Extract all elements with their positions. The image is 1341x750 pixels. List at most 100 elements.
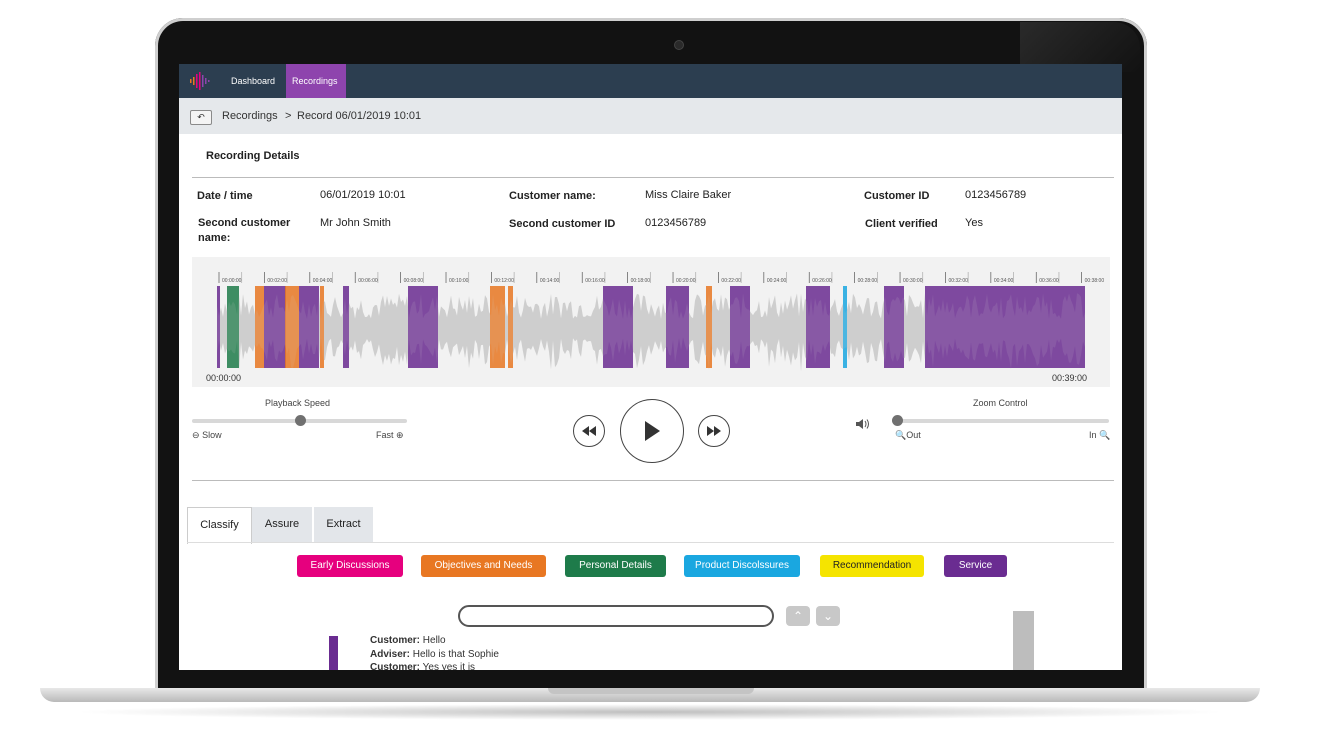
waveform-tick-label: 00:18:00	[631, 278, 651, 284]
divider	[192, 177, 1114, 178]
waveform-tick-label: 00:20:00	[676, 278, 696, 284]
chevron-down-icon: ⌄	[822, 609, 834, 623]
client-verified-label: Client verified	[865, 218, 938, 230]
zoom-out-text: Out	[906, 430, 921, 440]
transcript-text: Yes yes it is	[422, 662, 476, 670]
category-early-discussions[interactable]: Early Discussions	[297, 555, 403, 577]
breadcrumb: ↶ Recordings > Record 06/01/2019 10:01	[179, 98, 1122, 134]
back-button[interactable]: ↶	[190, 110, 212, 125]
tab-classify[interactable]: Classify	[187, 507, 252, 544]
waveform-tick-label: 00:34:00	[994, 278, 1014, 284]
zoom-control-label: Zoom Control	[973, 398, 1028, 408]
play-icon	[645, 421, 660, 441]
transcript-search-input[interactable]	[458, 605, 774, 627]
waveform-tick-label: 00:08:00	[404, 278, 424, 284]
waveform-tick-label: 00:38:00	[1085, 278, 1105, 284]
play-button[interactable]	[620, 399, 684, 463]
second-customer-id-value: 0123456789	[645, 217, 707, 229]
breadcrumb-separator: >	[285, 110, 292, 122]
transcript-text: Hello	[422, 635, 446, 646]
waveform-panel[interactable]: 00:00:00 00:02:00 00:04:00 00:06:00 00:08:00…	[192, 257, 1110, 387]
waveform-tick-label: 00:16:00	[585, 278, 605, 284]
nav-dashboard[interactable]: Dashboard	[225, 64, 281, 98]
playback-speed-label: Playback Speed	[265, 398, 331, 408]
nav-recordings[interactable]: Recordings	[286, 64, 346, 98]
fast-forward-icon	[707, 426, 721, 436]
waveform-tick-label: 00:24:00	[767, 278, 787, 284]
section-title: Recording Details	[206, 150, 300, 162]
category-service[interactable]: Service	[944, 555, 1007, 577]
logo-icon	[190, 72, 210, 90]
waveform-start-time: 00:00:00	[206, 373, 242, 383]
waveform-tick-label: 00:04:00	[313, 278, 333, 284]
plus-icon: ⊕	[396, 430, 404, 440]
zoom-out-label: 🔍Out	[895, 430, 921, 441]
waveform-tick-label: 00:30:00	[903, 278, 923, 284]
transcript-segment-marker	[329, 636, 338, 670]
fast-forward-button[interactable]	[698, 415, 730, 447]
second-customer-name-label: Second customer name:	[198, 217, 291, 244]
client-verified-value: Yes	[965, 217, 983, 229]
fast-text: Fast	[376, 430, 394, 440]
slow-label: ⊖ Slow	[192, 430, 222, 441]
chevron-up-icon: ⌃	[792, 609, 804, 623]
transcript-scrollbar[interactable]	[1013, 611, 1034, 670]
divider	[192, 480, 1114, 481]
transcript-line: Customer: Yes yes it is	[370, 662, 475, 670]
top-nav: Dashboard Recordings	[179, 64, 1122, 98]
zoom-in-icon: 🔍	[1099, 430, 1111, 440]
waveform-tick-label: 00:02:00	[267, 278, 287, 284]
transcript-line: Adviser: Hello is that Sophie	[370, 649, 499, 660]
waveform-tick-label: 00:26:00	[812, 278, 832, 284]
category-product-disclosures[interactable]: Product Discolssures	[684, 555, 800, 577]
transcript-line: Customer: Hello	[370, 635, 446, 646]
previous-match-button[interactable]: ⌃	[786, 606, 810, 626]
customer-id-label: Customer ID	[864, 190, 930, 202]
waveform-tick-label: 00:14:00	[540, 278, 560, 284]
waveform-tick-label: 00:06:00	[358, 278, 378, 284]
transcript-speaker: Customer:	[370, 635, 421, 646]
waveform-tick-label: 00:10:00	[449, 278, 469, 284]
transcript-text: Hello is that Sophie	[412, 649, 499, 660]
transcript-speaker: Customer:	[370, 662, 421, 670]
rewind-button[interactable]	[573, 415, 605, 447]
zoom-out-icon: 🔍	[895, 430, 907, 440]
customer-name-value: Miss Claire Baker	[645, 189, 732, 201]
waveform-tick-label: 00:22:00	[721, 278, 741, 284]
date-time-label: Date / time	[197, 190, 253, 202]
category-personal-details[interactable]: Personal Details	[565, 555, 666, 577]
breadcrumb-recordings-link[interactable]: Recordings	[222, 110, 278, 122]
app-screen: Dashboard Recordings ↶ Recordings > Reco…	[179, 64, 1122, 670]
waveform-tick-label: 00:36:00	[1039, 278, 1059, 284]
zoom-handle[interactable]	[892, 415, 903, 426]
volume-icon[interactable]	[855, 417, 871, 435]
tab-extract[interactable]: Extract	[314, 507, 373, 542]
rewind-icon	[582, 426, 596, 436]
category-recommendation[interactable]: Recommendation	[820, 555, 924, 577]
tab-assure[interactable]: Assure	[252, 507, 312, 542]
waveform-end-time: 00:39:00	[1052, 373, 1088, 383]
second-customer-id-label: Second customer ID	[509, 218, 616, 230]
breadcrumb-current: Record 06/01/2019 10:01	[297, 110, 422, 122]
laptop-shadow	[70, 704, 1230, 720]
next-match-button[interactable]: ⌄	[816, 606, 840, 626]
zoom-slider[interactable]	[892, 419, 1109, 423]
waveform-tick-label: 00:32:00	[948, 278, 968, 284]
waveform-tick-label: 00:00:00	[222, 278, 242, 284]
playback-speed-handle[interactable]	[294, 415, 306, 426]
second-customer-name-value: Mr John Smith	[320, 217, 391, 229]
waveform[interactable]: 00:00:00 00:02:00 00:04:00 00:06:00 00:08:00…	[192, 257, 1110, 387]
customer-id-value: 0123456789	[965, 189, 1027, 201]
waveform-tick-label: 00:28:00	[858, 278, 878, 284]
transcript-speaker: Adviser:	[370, 649, 411, 660]
waveform-tick-label: 00:12:00	[494, 278, 514, 284]
laptop-notch	[548, 688, 754, 694]
zoom-in-label: In 🔍	[1089, 430, 1110, 441]
category-objectives-and-needs[interactable]: Objectives and Needs	[421, 555, 546, 577]
camera-icon	[674, 40, 684, 50]
slow-text: Slow	[202, 430, 222, 440]
customer-name-label: Customer name:	[509, 190, 596, 202]
date-time-value: 06/01/2019 10:01	[320, 189, 406, 201]
tab-divider	[187, 542, 1114, 543]
minus-icon: ⊖	[192, 430, 200, 440]
